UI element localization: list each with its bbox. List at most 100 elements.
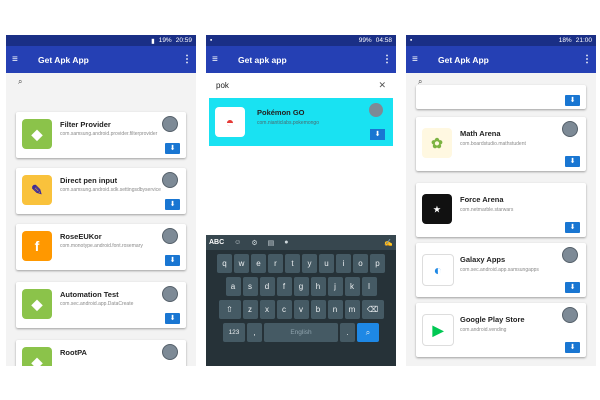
app-card[interactable]: f RoseEUKor com.monotype.android.font.ro… — [16, 224, 186, 270]
key[interactable]: i — [336, 254, 351, 273]
overflow-menu-icon[interactable]: ⋮ — [382, 54, 392, 65]
key[interactable]: p — [370, 254, 385, 273]
key[interactable]: h — [310, 277, 326, 296]
emoji-icon[interactable]: ☺ — [234, 239, 241, 246]
download-icon[interactable]: ⬇ — [565, 342, 580, 353]
download-icon[interactable]: ⬇ — [165, 255, 180, 266]
key[interactable]: m — [344, 300, 360, 319]
mic-icon[interactable]: ● — [284, 239, 288, 246]
avatar — [562, 247, 578, 263]
search-key-icon[interactable]: ⌕ — [357, 323, 379, 342]
app-card[interactable]: ◐ Galaxy Apps com.sec.android.app.samsun… — [416, 243, 586, 297]
app-card[interactable]: ◆ Filter Provider com.samsung.android.pr… — [16, 112, 186, 158]
download-icon[interactable]: ⬇ — [165, 313, 180, 324]
comma-key[interactable]: , — [247, 323, 262, 342]
key[interactable]: c — [276, 300, 292, 319]
clipboard-icon[interactable]: ▤ — [268, 239, 275, 247]
menu-icon[interactable]: ≡ — [412, 54, 426, 65]
key[interactable]: a — [225, 277, 241, 296]
settings-icon[interactable]: ⚙ — [251, 239, 257, 247]
overflow-menu-icon[interactable]: ⋮ — [582, 54, 592, 65]
download-icon[interactable]: ⬇ — [565, 95, 580, 106]
download-icon[interactable]: ⬇ — [565, 222, 580, 233]
keyboard-mode[interactable]: ABC — [209, 239, 224, 246]
key[interactable]: n — [327, 300, 343, 319]
key-row-1: q w e r t y u i o p — [206, 254, 396, 273]
notification-icon: ▪ — [410, 37, 413, 44]
app-card[interactable]: ★ Force Arena com.netmarble.starwars ⬇ — [416, 183, 586, 237]
app-name: RoseEUKor — [60, 232, 102, 241]
app-card-partial[interactable]: ⬇ — [416, 85, 586, 109]
math-icon: ✿ — [422, 128, 452, 158]
key[interactable]: k — [344, 277, 360, 296]
avatar — [562, 121, 578, 137]
avatar — [562, 307, 578, 323]
app-name: Filter Provider — [60, 120, 111, 129]
key[interactable]: d — [259, 277, 275, 296]
app-card[interactable]: ✿ Math Arena com.boardstudio.mathstudent… — [416, 117, 586, 171]
app-card[interactable]: ◆ Automation Test com.sec.android.app.Da… — [16, 282, 186, 328]
battery-level: 99% — [358, 37, 372, 44]
download-icon[interactable]: ⬇ — [370, 129, 385, 140]
notification-icon: ▪ — [210, 37, 213, 44]
key[interactable]: z — [242, 300, 258, 319]
key[interactable]: x — [259, 300, 275, 319]
app-bar: ≡ Get Apk App ⋮ — [6, 46, 196, 73]
app-title: Get Apk App — [38, 54, 89, 65]
android-icon: ◆ — [22, 119, 52, 149]
key[interactable]: s — [242, 277, 258, 296]
key[interactable]: w — [234, 254, 249, 273]
android-icon: ◆ — [22, 289, 52, 319]
pokeball-icon: ◓ — [215, 107, 245, 137]
key[interactable]: r — [268, 254, 283, 273]
key[interactable]: b — [310, 300, 326, 319]
download-icon[interactable]: ⬇ — [165, 143, 180, 154]
search-icon[interactable]: ⌕ — [18, 77, 22, 87]
numbers-key[interactable]: 123 — [223, 323, 245, 342]
app-card[interactable]: ◆ RootPA — [16, 340, 186, 366]
space-key[interactable]: English — [264, 323, 338, 342]
app-package: com.nianticlabs.pokemongo — [257, 120, 319, 126]
key[interactable]: t — [285, 254, 300, 273]
close-icon[interactable]: ✕ — [378, 80, 386, 91]
status-bar: ▪ 99% 04:58 — [206, 35, 396, 46]
period-key[interactable]: . — [340, 323, 355, 342]
app-card[interactable]: ✎ Direct pen input com.samsung.android.s… — [16, 168, 186, 214]
app-name: Math Arena — [460, 129, 501, 138]
app-title: Get apk app — [238, 54, 287, 65]
key[interactable]: e — [251, 254, 266, 273]
key[interactable]: u — [319, 254, 334, 273]
search-result[interactable]: ◓ Pokémon GO com.nianticlabs.pokemongo ⬇ — [209, 98, 393, 146]
overflow-menu-icon[interactable]: ⋮ — [182, 54, 192, 65]
key[interactable]: v — [293, 300, 309, 319]
avatar — [162, 344, 178, 360]
app-card[interactable]: ▶ Google Play Store com.android.vending … — [416, 303, 586, 357]
menu-icon[interactable]: ≡ — [212, 54, 226, 65]
screen-1: ▮ 19% 20:59 ≡ Get Apk App ⋮ ⌕ ◆ Filter P… — [6, 35, 196, 366]
screen-3: ▪ 18% 21:00 ≡ Get Apk App ⋮ ⌕ ⬇ ✿ Math A… — [406, 35, 596, 366]
key[interactable]: f — [276, 277, 292, 296]
search-bar[interactable]: pok ✕ — [206, 73, 396, 97]
avatar — [162, 172, 178, 188]
key[interactable]: j — [327, 277, 343, 296]
search-row[interactable]: ⌕ — [6, 73, 196, 91]
key[interactable]: q — [217, 254, 232, 273]
app-package: com.android.vending — [460, 327, 507, 333]
status-bar: ▪ 18% 21:00 — [406, 35, 596, 46]
handwriting-icon[interactable]: ✍ — [384, 239, 393, 247]
download-icon[interactable]: ⬇ — [565, 156, 580, 167]
app-bar: ≡ Get apk app ⋮ — [206, 46, 396, 73]
backspace-key[interactable]: ⌫ — [361, 300, 384, 319]
shift-key[interactable]: ⇧ — [218, 300, 241, 319]
key[interactable]: g — [293, 277, 309, 296]
key[interactable]: l — [361, 277, 377, 296]
download-icon[interactable]: ⬇ — [565, 282, 580, 293]
download-icon[interactable]: ⬇ — [165, 199, 180, 210]
key[interactable]: y — [302, 254, 317, 273]
app-name: Pokémon GO — [257, 108, 305, 117]
search-input[interactable]: pok — [216, 81, 229, 90]
clock: 20:59 — [175, 37, 192, 44]
app-package: com.netmarble.starwars — [460, 207, 514, 213]
menu-icon[interactable]: ≡ — [12, 54, 26, 65]
key[interactable]: o — [353, 254, 368, 273]
